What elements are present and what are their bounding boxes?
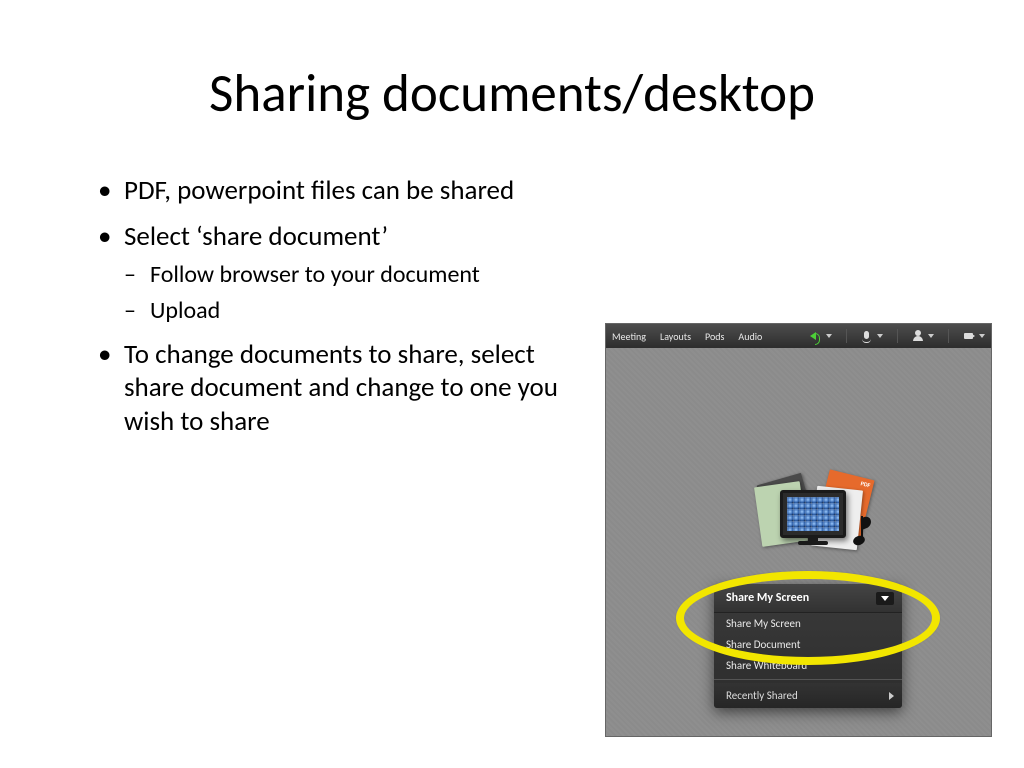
bullet: Select ‘share document’ Follow browser t…: [96, 220, 576, 326]
speaker-control[interactable]: [810, 330, 832, 342]
monitor-icon: [780, 490, 846, 538]
chevron-down-icon: [979, 334, 985, 338]
app-toolbar: Meeting Layouts Pods Audio: [606, 324, 991, 348]
bullet: PDF, powerpoint files can be shared: [96, 174, 576, 208]
mic-icon: [861, 330, 873, 342]
app-screenshot: Meeting Layouts Pods Audio Shar: [605, 323, 992, 737]
sub-bullet: Upload: [124, 296, 576, 326]
chevron-down-icon: [876, 592, 894, 605]
bullet-text: Select ‘share document’: [124, 220, 388, 253]
chevron-down-icon: [877, 334, 883, 338]
person-icon: [912, 330, 924, 342]
slide-title: Sharing documents/desktop: [0, 62, 1024, 126]
share-dropdown: Share My Screen Share My Screen Share Do…: [714, 584, 902, 708]
menu-pods[interactable]: Pods: [705, 330, 724, 343]
bullet: To change documents to share, select sha…: [96, 338, 576, 439]
slide: Sharing documents/desktop PDF, powerpoin…: [0, 0, 1024, 768]
camera-control[interactable]: [963, 330, 985, 342]
speaker-icon: [810, 330, 822, 342]
share-option-whiteboard[interactable]: Share Whiteboard: [714, 655, 902, 676]
recently-shared-submenu[interactable]: Recently Shared: [714, 683, 902, 708]
camera-icon: [963, 330, 975, 342]
chevron-down-icon: [928, 334, 934, 338]
chevron-down-icon: [826, 334, 832, 338]
music-note-icon: [849, 516, 867, 548]
share-dropdown-label: Share My Screen: [726, 591, 809, 605]
recently-shared-label: Recently Shared: [726, 689, 798, 702]
chevron-right-icon: [889, 692, 894, 700]
share-option-document[interactable]: Share Document: [714, 634, 902, 655]
share-dropdown-button[interactable]: Share My Screen: [714, 584, 902, 613]
slide-body: PDF, powerpoint files can be shared Sele…: [96, 174, 576, 451]
menu-separator: [714, 679, 902, 680]
mic-control[interactable]: [861, 330, 883, 342]
bullet-text: PDF, powerpoint files can be shared: [124, 174, 514, 207]
webcam-control[interactable]: [912, 330, 934, 342]
share-illustration: [756, 472, 866, 562]
sub-bullet: Follow browser to your document: [124, 260, 576, 290]
menu-layouts[interactable]: Layouts: [660, 330, 691, 343]
menu-meeting[interactable]: Meeting: [612, 330, 646, 343]
share-option-screen[interactable]: Share My Screen: [714, 613, 902, 634]
bullet-text: To change documents to share, select sha…: [124, 338, 558, 439]
menu-audio[interactable]: Audio: [738, 330, 762, 343]
